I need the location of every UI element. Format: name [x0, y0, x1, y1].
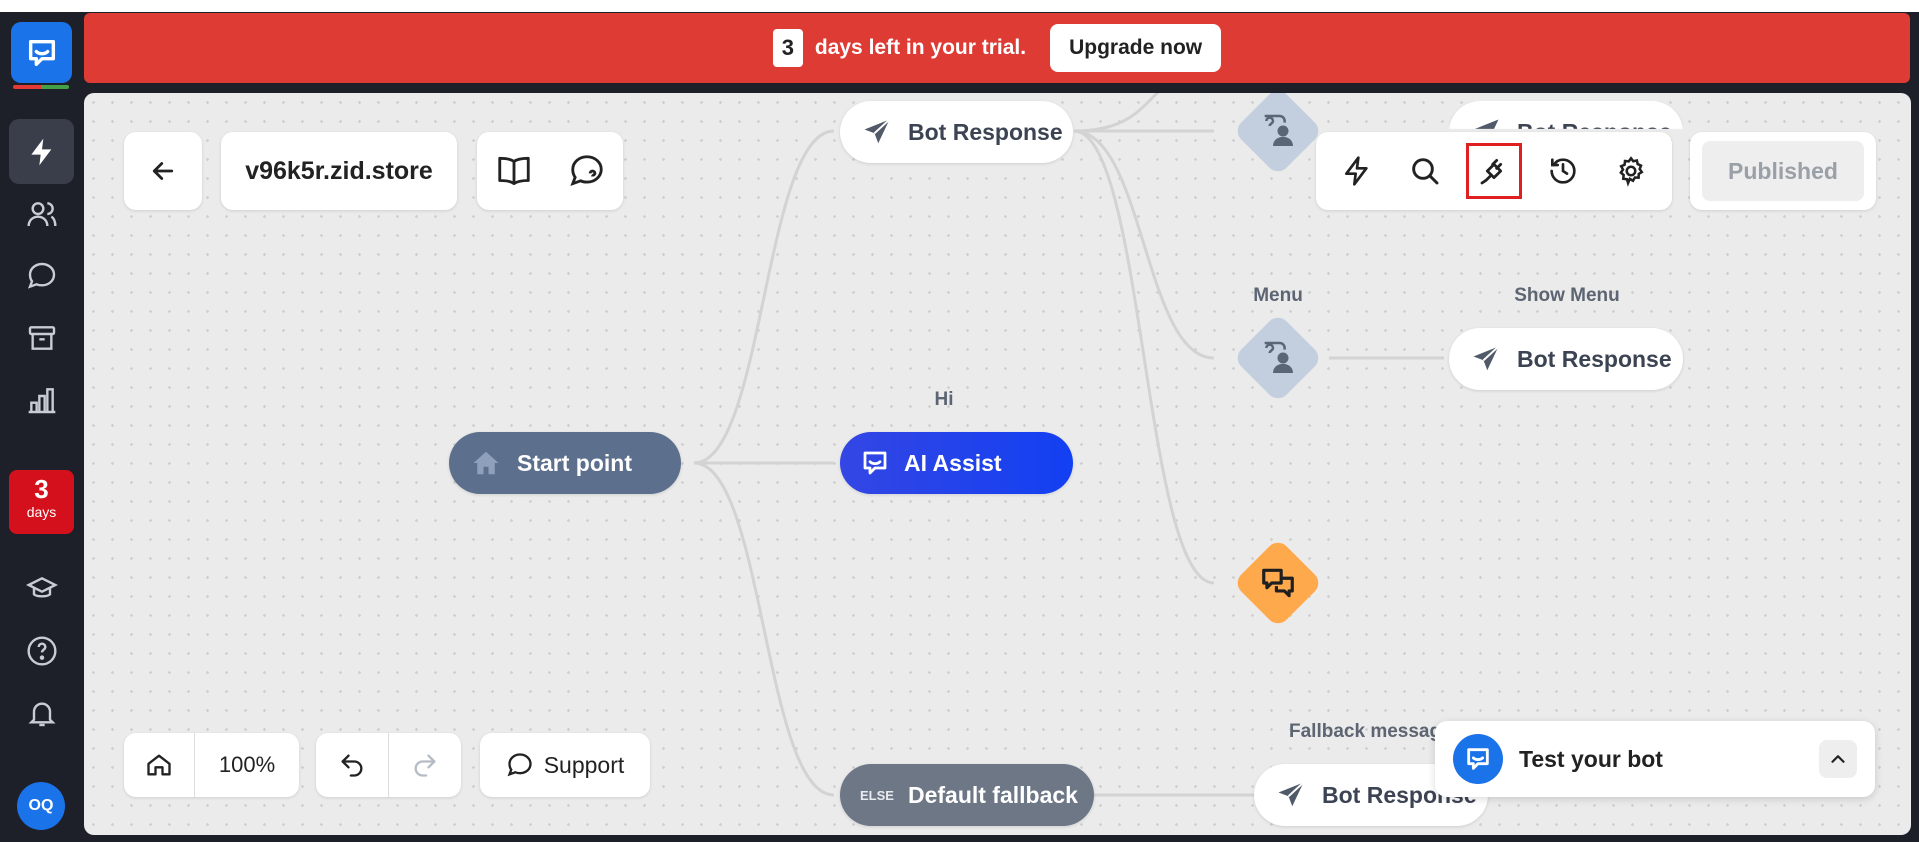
contacts-icon: [26, 201, 57, 226]
fit-view-button[interactable]: [124, 733, 195, 797]
published-card: Published: [1690, 132, 1876, 210]
expand-test-panel-button[interactable]: [1819, 740, 1857, 778]
else-tag: ELSE: [860, 787, 894, 803]
ai-assist-label: AI Assist: [904, 449, 1002, 476]
redo-button[interactable]: [389, 733, 461, 797]
lightning-icon: [1344, 156, 1368, 186]
chat-bubble-icon: [507, 753, 532, 777]
logo-stripe: [13, 85, 69, 89]
arrow-left-icon: [152, 162, 174, 180]
trial-days-badge[interactable]: 3 days: [9, 470, 74, 534]
header-tools: [477, 132, 623, 210]
sidebar-item-automation[interactable]: [9, 119, 74, 184]
trigger-button[interactable]: [1329, 143, 1385, 199]
chat-question-icon: [27, 262, 55, 289]
chevron-up-icon: [1831, 755, 1845, 763]
search-button[interactable]: [1397, 143, 1453, 199]
bell-icon: [27, 702, 56, 726]
undo-button[interactable]: [316, 733, 389, 797]
support-button[interactable]: Support: [480, 733, 650, 797]
published-button[interactable]: Published: [1702, 141, 1864, 201]
show-menu-bot-response-node[interactable]: Bot Response: [1449, 328, 1683, 390]
home-icon: [471, 448, 501, 478]
reports-icon: [28, 387, 55, 413]
default-fallback-label: Default fallback: [907, 781, 1078, 808]
chat-question-icon[interactable]: [568, 152, 606, 190]
gear-icon: [1619, 156, 1644, 187]
left-sidebar: 3 days OQ: [0, 12, 83, 842]
sidebar-item-archive[interactable]: [9, 305, 74, 370]
ai-assist-title: Hi: [934, 389, 954, 410]
window-top-strip: [0, 0, 1919, 12]
help-icon: [26, 635, 57, 666]
plug-icon: [1480, 158, 1503, 185]
archive-icon: [28, 325, 55, 350]
zoom-controls: 100%: [124, 733, 299, 797]
show-menu-bot-response-label: Bot Response: [1517, 345, 1672, 372]
book-icon[interactable]: [495, 152, 533, 190]
trial-message: days left in your trial.: [814, 36, 1027, 59]
undo-redo-controls: [316, 733, 461, 797]
trial-days-number: 3: [34, 474, 49, 504]
integrations-button[interactable]: [1465, 143, 1522, 199]
canvas-toolbar: [1316, 132, 1672, 210]
zoom-level[interactable]: 100%: [195, 752, 299, 778]
top-bot-response-label: Bot Response: [908, 118, 1063, 145]
default-fallback-node[interactable]: ELSE Default fallback: [840, 764, 1094, 826]
redo-icon: [414, 754, 436, 777]
flow-canvas[interactable]: v96k5r.zid.store Published Start point H…: [84, 93, 1911, 835]
send-icon: [1276, 780, 1306, 810]
sidebar-item-chats[interactable]: [9, 243, 74, 308]
send-icon: [862, 117, 892, 147]
academy-icon: [25, 576, 58, 598]
trial-days-label: days: [26, 504, 57, 520]
back-button[interactable]: [124, 132, 202, 210]
bot-avatar: [1453, 734, 1503, 784]
app-logo[interactable]: [11, 22, 72, 83]
chat-bubbles-icon: [1246, 551, 1310, 615]
test-bot-panel[interactable]: Test your bot: [1435, 721, 1875, 797]
bot-name-title[interactable]: v96k5r.zid.store: [221, 132, 457, 210]
home-icon: [147, 754, 171, 776]
user-question-icon: [1246, 99, 1310, 163]
sidebar-item-reports[interactable]: [9, 367, 74, 432]
show-menu-title: Show Menu: [1514, 285, 1620, 306]
history-icon: [1549, 158, 1576, 184]
lightning-icon: [30, 138, 51, 165]
sidebar-item-academy[interactable]: [9, 556, 74, 621]
sidebar-item-help[interactable]: [9, 618, 74, 683]
trial-days-count: 3: [772, 29, 803, 67]
test-bot-label: Test your bot: [1519, 745, 1663, 772]
user-question-icon: [1246, 326, 1310, 390]
send-icon: [1471, 344, 1501, 374]
menu-title: Menu: [1253, 285, 1303, 306]
trial-banner: 3 days left in your trial. Upgrade now: [84, 13, 1910, 83]
user-avatar[interactable]: OQ: [17, 782, 65, 830]
upgrade-button[interactable]: Upgrade now: [1050, 24, 1222, 72]
ai-chat-icon: [860, 448, 890, 478]
history-button[interactable]: [1535, 143, 1591, 199]
settings-button[interactable]: [1603, 143, 1659, 199]
chat-logo-icon: [28, 39, 55, 66]
undo-icon: [341, 754, 363, 777]
top-bot-response-node[interactable]: Bot Response: [840, 101, 1073, 163]
start-point-label: Start point: [517, 449, 632, 476]
support-label: Support: [543, 751, 625, 778]
sidebar-item-notifications[interactable]: [9, 680, 74, 745]
sidebar-item-contacts[interactable]: [9, 181, 74, 246]
chat-logo-icon: [1467, 748, 1489, 770]
start-point-node[interactable]: Start point: [449, 432, 681, 494]
ai-assist-node[interactable]: AI Assist: [840, 432, 1073, 494]
search-icon: [1412, 158, 1439, 185]
